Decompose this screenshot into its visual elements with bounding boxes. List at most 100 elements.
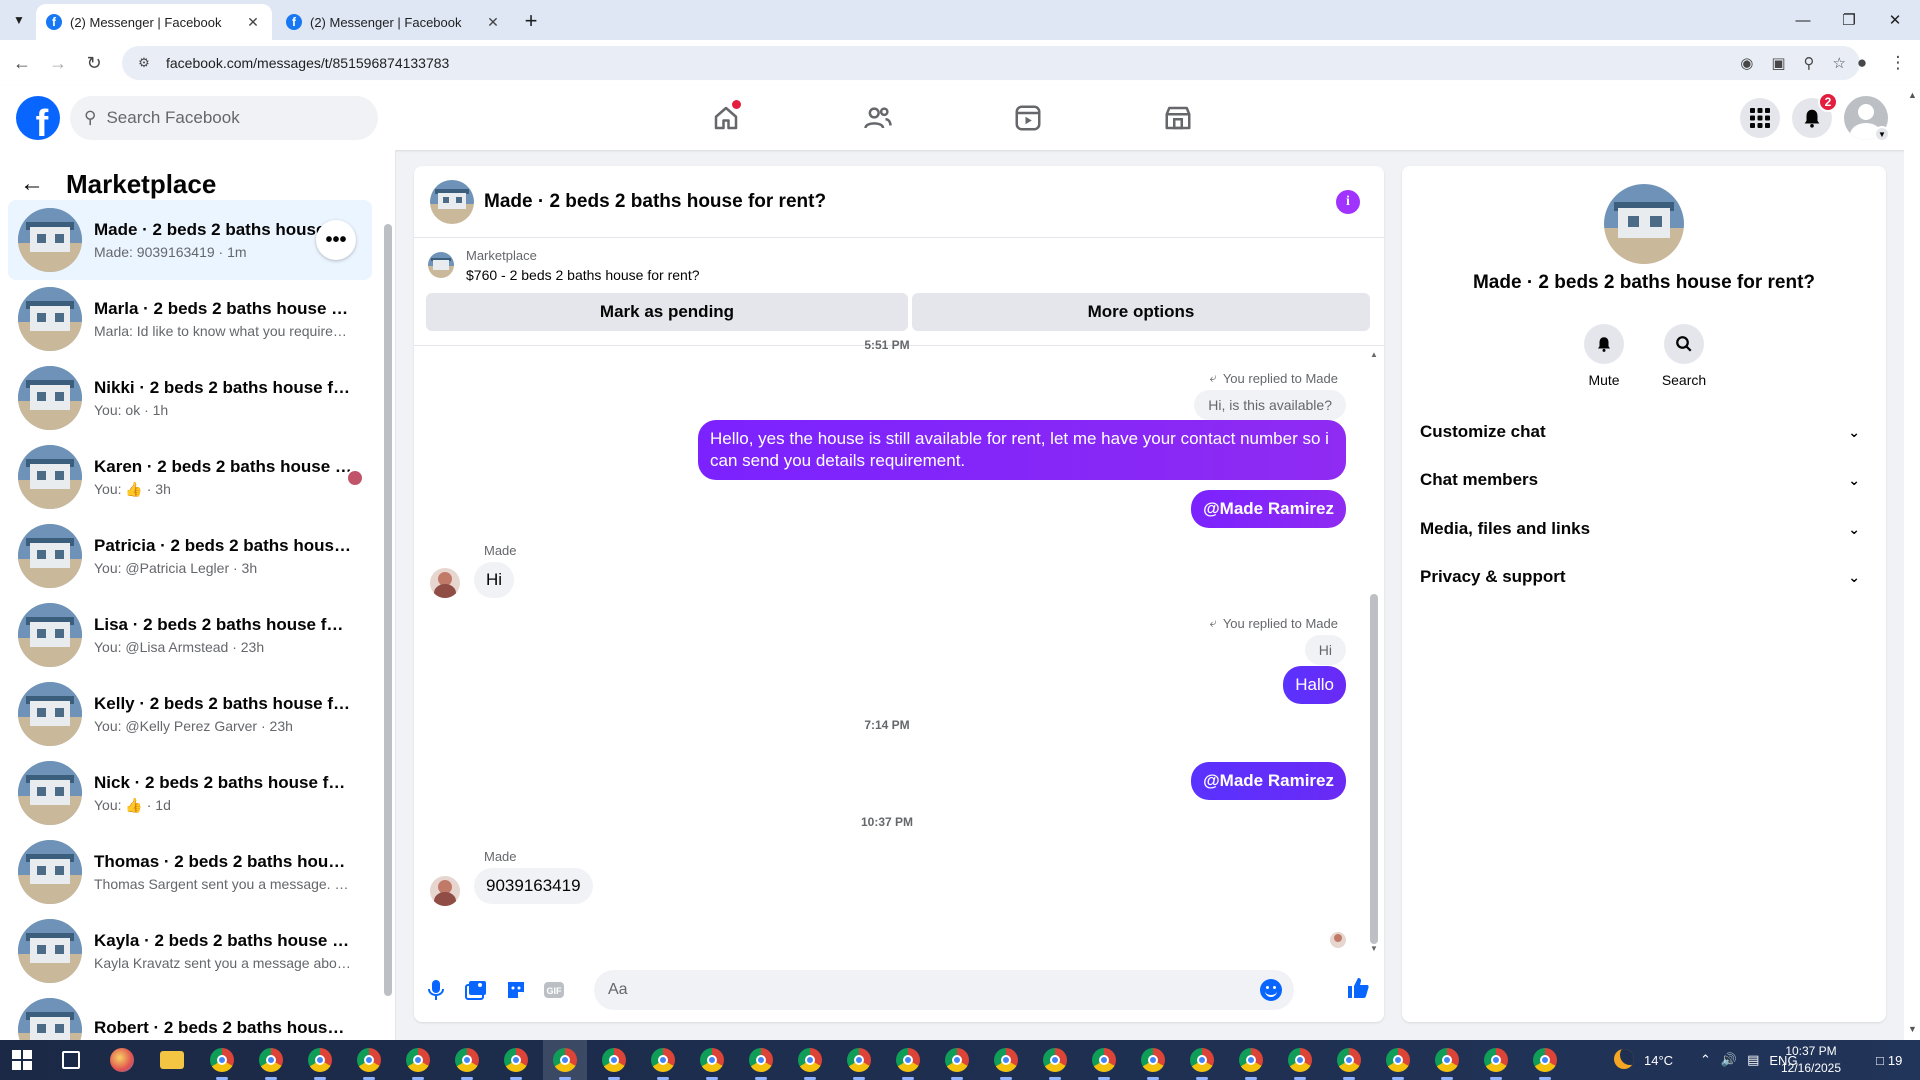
volume-icon[interactable]: 🔊 xyxy=(1721,1052,1737,1068)
close-window-button[interactable]: ✕ xyxy=(1872,0,1918,40)
info-avatar[interactable] xyxy=(1604,184,1684,264)
chrome-app-icon[interactable] xyxy=(847,1048,871,1072)
conversation-item[interactable]: Marla · 2 beds 2 baths house for rent? Ma… xyxy=(8,279,372,359)
forward-arrow-icon[interactable]: → xyxy=(44,49,72,77)
install-app-icon[interactable]: ▣ xyxy=(1771,54,1785,72)
chrome-app-icon[interactable] xyxy=(553,1048,577,1072)
chrome-app-icon[interactable] xyxy=(455,1048,479,1072)
conversation-item[interactable]: Patricia · 2 beds 2 baths house for rent… xyxy=(8,516,372,596)
chrome-app-icon[interactable] xyxy=(357,1048,381,1072)
back-arrow-icon[interactable]: ← xyxy=(20,170,44,198)
message-scrollbar[interactable]: ▲ ▼ xyxy=(1370,350,1378,954)
conversation-item[interactable]: Made · 2 beds 2 baths house for rent? Mad… xyxy=(8,200,372,280)
paint-app-icon[interactable] xyxy=(110,1048,134,1072)
restore-window-button[interactable]: ❐ xyxy=(1826,0,1872,40)
network-icon[interactable]: ▤ xyxy=(1747,1052,1759,1068)
scroll-down-icon[interactable]: ▼ xyxy=(1370,944,1378,953)
chrome-app-icon[interactable] xyxy=(1484,1048,1508,1072)
scroll-up-icon[interactable]: ▲ xyxy=(1908,90,1917,100)
chrome-app-icon[interactable] xyxy=(210,1048,234,1072)
conversation-item[interactable]: Thomas · 2 beds 2 baths house for rent? T… xyxy=(8,832,372,912)
chrome-app-icon[interactable] xyxy=(1386,1048,1410,1072)
info-icon[interactable]: i xyxy=(1336,190,1360,214)
chrome-app-icon[interactable] xyxy=(259,1048,283,1072)
more-options-icon[interactable]: ••• xyxy=(316,220,356,260)
weather-moon-icon[interactable] xyxy=(1614,1049,1634,1069)
nav-video[interactable] xyxy=(972,86,1084,150)
chrome-app-icon[interactable] xyxy=(749,1048,773,1072)
chrome-app-icon[interactable] xyxy=(1337,1048,1361,1072)
close-tab-icon[interactable]: ✕ xyxy=(484,13,502,31)
chrome-app-icon[interactable] xyxy=(700,1048,724,1072)
incoming-message[interactable]: Hi xyxy=(474,562,515,598)
photo-icon[interactable] xyxy=(464,978,488,1002)
windows-start-icon[interactable] xyxy=(12,1050,32,1070)
facebook-search-input[interactable]: ⚲ Search Facebook xyxy=(70,96,378,140)
notifications-button[interactable]: 2 xyxy=(1792,92,1838,138)
chat-title[interactable]: Made · 2 beds 2 baths house for rent? xyxy=(484,191,826,213)
mute-button[interactable]: Mute xyxy=(1564,324,1644,388)
listing-thumbnail[interactable] xyxy=(428,252,454,278)
back-arrow-icon[interactable]: ← xyxy=(8,49,36,77)
conversation-item[interactable]: Robert · 2 beds 2 baths house for rent? xyxy=(8,990,372,1040)
chrome-app-icon[interactable] xyxy=(896,1048,920,1072)
browser-menu-icon[interactable]: ⋮ xyxy=(1884,49,1912,77)
camera-blocked-icon[interactable]: ◉ xyxy=(1740,54,1753,72)
new-tab-button[interactable]: + xyxy=(518,8,544,34)
chrome-app-icon[interactable] xyxy=(1435,1048,1459,1072)
chat-avatar[interactable] xyxy=(430,179,474,224)
clock[interactable]: 10:37 PM 12/16/2025 xyxy=(1766,1043,1856,1077)
section-chat-members[interactable]: Chat members ⌄ xyxy=(1418,457,1870,503)
more-options-button[interactable]: More options xyxy=(912,293,1370,331)
search-icon[interactable] xyxy=(1664,324,1704,364)
conversation-item[interactable]: Kayla · 2 beds 2 baths house for rent? Ka… xyxy=(8,911,372,991)
chrome-app-icon[interactable] xyxy=(1141,1048,1165,1072)
chrome-app-icon[interactable] xyxy=(1239,1048,1263,1072)
chrome-app-icon[interactable] xyxy=(945,1048,969,1072)
chevron-down-icon[interactable]: ▼ xyxy=(1874,126,1890,142)
conversation-item[interactable]: Nikki · 2 beds 2 baths house for rent? Yo… xyxy=(8,358,372,438)
chrome-app-icon[interactable] xyxy=(1533,1048,1557,1072)
chrome-app-icon[interactable] xyxy=(1092,1048,1116,1072)
outgoing-message[interactable]: Hello, yes the house is still available … xyxy=(698,420,1346,480)
listing-price[interactable]: $760 - 2 beds 2 baths house for rent? xyxy=(466,267,700,283)
outgoing-mention-message[interactable]: @Made Ramirez xyxy=(1191,490,1346,528)
sticker-icon[interactable] xyxy=(504,978,528,1002)
close-tab-icon[interactable]: ✕ xyxy=(244,13,262,31)
outgoing-mention-message[interactable]: @Made Ramirez xyxy=(1191,762,1346,800)
profile-icon[interactable]: ● xyxy=(1848,49,1876,77)
emoji-icon[interactable] xyxy=(1260,979,1282,1001)
conversation-item[interactable]: Kelly · 2 beds 2 baths house for rent? Yo… xyxy=(8,674,372,754)
quoted-message[interactable]: Hi, is this available? xyxy=(1194,390,1346,420)
page-scrollbar[interactable]: ▲ ▼ xyxy=(1904,86,1920,1040)
chevron-up-icon[interactable]: ⌃ xyxy=(1700,1052,1711,1068)
notification-center[interactable]: □ 19 xyxy=(1876,1040,1902,1080)
scrollbar-thumb[interactable] xyxy=(384,224,392,996)
incoming-message[interactable]: 9039163419 xyxy=(474,868,593,904)
conversation-item[interactable]: Karen · 2 beds 2 baths house for rent? Yo… xyxy=(8,437,372,517)
quoted-message[interactable]: Hi xyxy=(1304,635,1346,665)
thumbs-up-icon[interactable] xyxy=(1346,976,1370,1000)
sender-avatar[interactable] xyxy=(430,568,460,598)
mark-as-pending-button[interactable]: Mark as pending xyxy=(426,293,908,331)
browser-tab[interactable]: f (2) Messenger | Facebook ✕ xyxy=(276,4,512,40)
chrome-app-icon[interactable] xyxy=(308,1048,332,1072)
url-omnibox[interactable]: ⚙ facebook.com/messages/t/85159687413378… xyxy=(122,46,1860,80)
chrome-app-icon[interactable] xyxy=(798,1048,822,1072)
chrome-app-icon[interactable] xyxy=(1043,1048,1067,1072)
minimize-window-button[interactable]: — xyxy=(1780,0,1826,40)
site-info-icon[interactable]: ⚙ xyxy=(136,55,152,71)
nav-home[interactable] xyxy=(670,86,782,150)
chrome-app-icon[interactable] xyxy=(1190,1048,1214,1072)
chrome-app-icon[interactable] xyxy=(504,1048,528,1072)
nav-marketplace[interactable] xyxy=(1122,86,1234,150)
browser-tab-active[interactable]: f (2) Messenger | Facebook ✕ xyxy=(36,4,272,40)
search-conversation-button[interactable]: Search xyxy=(1644,324,1724,388)
zoom-icon[interactable]: ⚲ xyxy=(1804,54,1815,72)
file-explorer-icon[interactable] xyxy=(160,1051,184,1069)
facebook-logo-icon[interactable]: f xyxy=(16,96,60,140)
scroll-up-icon[interactable]: ▲ xyxy=(1370,350,1378,359)
chrome-app-icon[interactable] xyxy=(994,1048,1018,1072)
microphone-icon[interactable] xyxy=(424,978,448,1002)
section-media-files-links[interactable]: Media, files and links ⌄ xyxy=(1418,506,1870,552)
